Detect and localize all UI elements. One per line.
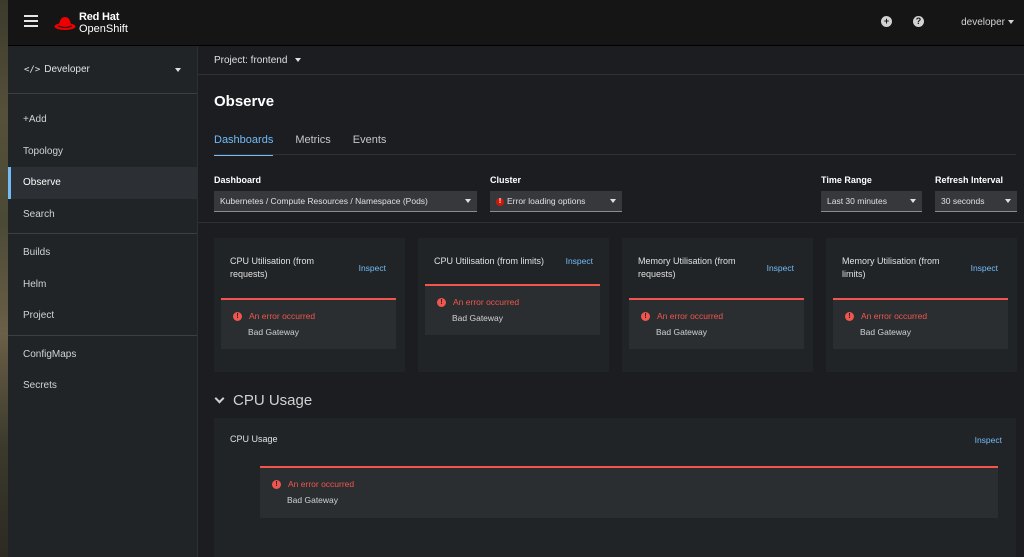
alert-title: An error occurred bbox=[657, 311, 724, 321]
sidebar-item-search[interactable]: Search bbox=[8, 199, 197, 231]
alert-title: An error occurred bbox=[288, 479, 355, 489]
time-range-label: Time Range bbox=[821, 175, 872, 185]
card-cpu-utilisation-limits: CPU Utilisation (from limits) Inspect ! A… bbox=[418, 238, 609, 372]
inspect-link[interactable]: Inspect bbox=[971, 263, 998, 273]
exclamation-circle-icon: ! bbox=[233, 311, 242, 321]
project-selector[interactable]: Project: frontend bbox=[214, 55, 287, 66]
page-title: Observe bbox=[214, 93, 275, 110]
error-alert: ! An error occurred Bad Gateway bbox=[629, 298, 804, 349]
inspect-link[interactable]: Inspect bbox=[359, 263, 386, 273]
exclamation-circle-icon: ! bbox=[272, 479, 281, 489]
caret-down-icon bbox=[610, 199, 616, 203]
card-memory-utilisation-requests: Memory Utilisation (from requests) Inspe… bbox=[622, 238, 813, 372]
tab-metrics[interactable]: Metrics bbox=[295, 134, 330, 156]
alert-title: An error occurred bbox=[453, 297, 520, 307]
brand-product: OpenShift bbox=[79, 23, 128, 35]
sidebar-item-observe[interactable]: Observe bbox=[8, 167, 197, 199]
inspect-link[interactable]: Inspect bbox=[975, 435, 1002, 445]
caret-down-icon bbox=[910, 199, 916, 203]
section-title: CPU Usage bbox=[233, 392, 313, 409]
alert-body: Bad Gateway bbox=[287, 495, 339, 505]
cluster-select[interactable]: ! Error loading options bbox=[490, 191, 622, 212]
card-cpu-utilisation-requests: CPU Utilisation (from requests) Inspect … bbox=[214, 238, 405, 372]
exclamation-circle-icon: ! bbox=[437, 297, 446, 307]
dashboard-select-value: Kubernetes / Compute Resources / Namespa… bbox=[220, 196, 428, 206]
code-icon: </> bbox=[24, 64, 41, 75]
perspective-switcher[interactable]: </> Developer bbox=[8, 46, 197, 94]
error-alert: ! An error occurred Bad Gateway bbox=[833, 298, 1008, 349]
chevron-down-icon bbox=[214, 393, 225, 404]
card-cpu-usage: CPU Usage Inspect ! An error occurred Bad… bbox=[214, 418, 1016, 557]
tab-bar: Dashboards Metrics Events bbox=[214, 134, 408, 156]
tab-dashboards[interactable]: Dashboards bbox=[214, 134, 274, 156]
caret-down-icon bbox=[175, 67, 181, 72]
sidebar-item-helm[interactable]: Helm bbox=[8, 269, 197, 301]
exclamation-circle-icon: ! bbox=[496, 197, 504, 206]
card-title: CPU Utilisation (from limits) bbox=[434, 256, 545, 266]
refresh-interval-value: 30 seconds bbox=[941, 196, 985, 206]
card-title: CPU Utilisation (from requests) bbox=[230, 256, 315, 279]
caret-down-icon[interactable] bbox=[295, 58, 302, 62]
user-name: developer bbox=[961, 17, 1005, 28]
exclamation-circle-icon: ! bbox=[641, 311, 650, 321]
main-content: Project: frontend Observe Dashboards Met… bbox=[198, 46, 1024, 557]
card-memory-utilisation-limits: Memory Utilisation (from limits) Inspect… bbox=[826, 238, 1017, 372]
sidebar-item-project[interactable]: Project bbox=[8, 300, 197, 332]
alert-body: Bad Gateway bbox=[248, 327, 300, 337]
alert-title: An error occurred bbox=[249, 311, 316, 321]
sidebar-item-add[interactable]: +Add bbox=[8, 104, 197, 136]
caret-down-icon bbox=[465, 199, 471, 203]
alert-body: Bad Gateway bbox=[860, 327, 912, 337]
plus-circle-icon[interactable]: + bbox=[881, 16, 892, 27]
error-alert: ! An error occurred Bad Gateway bbox=[221, 298, 396, 349]
error-alert: ! An error occurred Bad Gateway bbox=[260, 466, 998, 518]
refresh-interval-label: Refresh Interval bbox=[935, 175, 1004, 185]
user-menu[interactable]: developer bbox=[961, 17, 1014, 28]
masthead: Red Hat OpenShift + ? developer bbox=[8, 0, 1024, 46]
inspect-link[interactable]: Inspect bbox=[566, 256, 593, 266]
caret-down-icon bbox=[1008, 20, 1014, 25]
alert-title: An error occurred bbox=[861, 311, 928, 321]
filters-divider bbox=[198, 222, 1024, 223]
refresh-interval-select[interactable]: 30 seconds bbox=[935, 191, 1017, 212]
tabs-divider bbox=[214, 154, 1016, 155]
project-bar: Project: frontend bbox=[198, 46, 1024, 75]
sidebar-divider bbox=[8, 233, 197, 234]
hamburger-menu-icon[interactable] bbox=[24, 15, 38, 27]
dashboard-select[interactable]: Kubernetes / Compute Resources / Namespa… bbox=[214, 191, 477, 212]
desktop-background-strip bbox=[0, 0, 8, 557]
sidebar-item-builds[interactable]: Builds bbox=[8, 237, 197, 269]
sidebar-item-topology[interactable]: Topology bbox=[8, 136, 197, 168]
time-range-select[interactable]: Last 30 minutes bbox=[821, 191, 922, 212]
question-circle-icon[interactable]: ? bbox=[913, 16, 924, 27]
dashboard-label: Dashboard bbox=[214, 175, 262, 185]
brand-logo[interactable]: Red Hat OpenShift bbox=[54, 9, 128, 37]
alert-body: Bad Gateway bbox=[656, 327, 708, 337]
brand-name: Red Hat bbox=[79, 11, 120, 23]
cpu-usage-section-toggle[interactable]: CPU Usage bbox=[214, 392, 313, 409]
red-hat-logo-icon bbox=[54, 14, 76, 32]
perspective-label: Developer bbox=[44, 64, 90, 75]
time-range-value: Last 30 minutes bbox=[827, 196, 888, 206]
cluster-select-value: Error loading options bbox=[507, 196, 586, 206]
error-alert: ! An error occurred Bad Gateway bbox=[425, 284, 600, 335]
sidebar-item-configmaps[interactable]: ConfigMaps bbox=[8, 339, 197, 371]
sidebar: </> Developer +Add Topology Observe Sear… bbox=[8, 46, 198, 557]
cluster-label: Cluster bbox=[490, 175, 522, 185]
inspect-link[interactable]: Inspect bbox=[767, 263, 794, 273]
sidebar-item-secrets[interactable]: Secrets bbox=[8, 370, 197, 402]
exclamation-circle-icon: ! bbox=[845, 311, 854, 321]
alert-body: Bad Gateway bbox=[452, 313, 504, 323]
tab-events[interactable]: Events bbox=[353, 134, 387, 156]
card-title: Memory Utilisation (from requests) bbox=[638, 256, 736, 279]
card-title: CPU Usage bbox=[230, 434, 278, 444]
caret-down-icon bbox=[1005, 199, 1011, 203]
sidebar-divider bbox=[8, 334, 197, 336]
card-title: Memory Utilisation (from limits) bbox=[842, 256, 940, 279]
